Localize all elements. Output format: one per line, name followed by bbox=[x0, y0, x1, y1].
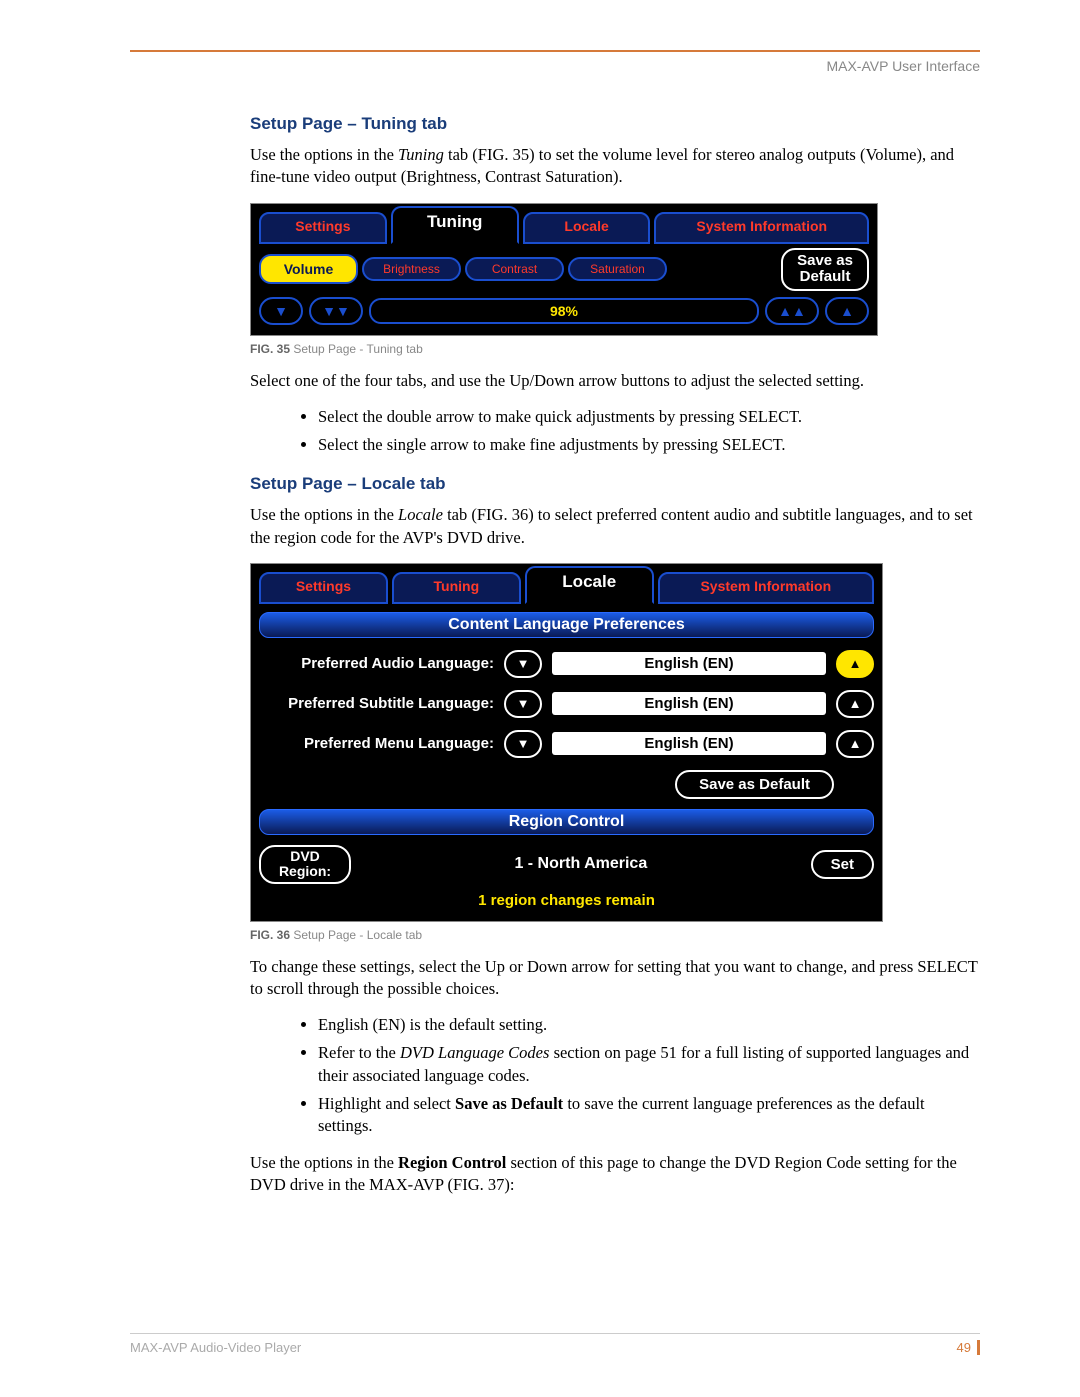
label-dvd-region: DVD Region: bbox=[259, 845, 351, 884]
top-rule bbox=[130, 50, 980, 52]
label-menu-language: Preferred Menu Language: bbox=[259, 735, 494, 752]
panel-region-control: Region Control bbox=[259, 809, 874, 835]
fig35-subtab-row: Volume Brightness Contrast Saturation Sa… bbox=[259, 248, 869, 291]
save-as-default-button[interactable]: Save as Default bbox=[675, 770, 834, 799]
label-audio-language: Preferred Audio Language: bbox=[259, 655, 494, 672]
arrow-up-icon[interactable]: ▲ bbox=[836, 730, 874, 758]
tab-tuning[interactable]: Tuning bbox=[392, 572, 521, 604]
figure-35: Settings Tuning Locale System Informatio… bbox=[250, 203, 878, 336]
para-tuning-intro: Use the options in the Tuning tab (FIG. … bbox=[250, 144, 980, 189]
list-item: Select the single arrow to make fine adj… bbox=[318, 434, 980, 456]
running-head: MAX-AVP User Interface bbox=[130, 58, 980, 74]
pref-row-menu: Preferred Menu Language: ▼ English (EN) … bbox=[259, 730, 874, 758]
tab-settings[interactable]: Settings bbox=[259, 572, 388, 604]
figure-35-caption: FIG. 35 Setup Page - Tuning tab bbox=[250, 342, 980, 356]
arrow-up-icon[interactable]: ▲ bbox=[836, 690, 874, 718]
list-item: Refer to the DVD Language Codes section … bbox=[318, 1042, 980, 1087]
pref-row-subtitle: Preferred Subtitle Language: ▼ English (… bbox=[259, 690, 874, 718]
fig35-tab-row: Settings Tuning Locale System Informatio… bbox=[259, 210, 869, 244]
list-tuning: Select the double arrow to make quick ad… bbox=[250, 406, 980, 457]
value-subtitle-language: English (EN) bbox=[552, 692, 826, 715]
tab-locale[interactable]: Locale bbox=[523, 212, 651, 244]
arrow-down-icon[interactable]: ▼ bbox=[504, 690, 542, 718]
subtab-contrast[interactable]: Contrast bbox=[465, 257, 564, 281]
para-locale-instr: To change these settings, select the Up … bbox=[250, 956, 980, 1001]
list-locale: English (EN) is the default setting. Ref… bbox=[250, 1014, 980, 1137]
region-changes-warning: 1 region changes remain bbox=[259, 892, 874, 909]
set-button[interactable]: Set bbox=[811, 850, 874, 879]
arrow-down-icon[interactable]: ▼ bbox=[504, 650, 542, 678]
arrow-down-icon[interactable]: ▼ bbox=[504, 730, 542, 758]
figure-36-caption: FIG. 36 Setup Page - Locale tab bbox=[250, 928, 980, 942]
content-column: Setup Page – Tuning tab Use the options … bbox=[250, 114, 980, 1196]
value-readout: 98% bbox=[369, 298, 759, 324]
tab-tuning-active[interactable]: Tuning bbox=[391, 206, 519, 244]
tab-system-info[interactable]: System Information bbox=[654, 212, 869, 244]
value-audio-language: English (EN) bbox=[552, 652, 826, 675]
tab-settings[interactable]: Settings bbox=[259, 212, 387, 244]
arrow-down-double-icon[interactable]: ▼▼ bbox=[309, 297, 363, 325]
page: MAX-AVP User Interface Setup Page – Tuni… bbox=[0, 0, 1080, 1397]
arrow-up-single-icon[interactable]: ▲ bbox=[825, 297, 869, 325]
list-item: Highlight and select Save as Default to … bbox=[318, 1093, 980, 1138]
arrow-up-icon[interactable]: ▲ bbox=[836, 650, 874, 678]
subtab-saturation[interactable]: Saturation bbox=[568, 257, 667, 281]
arrow-down-single-icon[interactable]: ▼ bbox=[259, 297, 303, 325]
subtab-volume[interactable]: Volume bbox=[259, 254, 358, 284]
page-footer: MAX-AVP Audio-Video Player 49 bbox=[130, 1333, 980, 1355]
arrow-up-double-icon[interactable]: ▲▲ bbox=[765, 297, 819, 325]
heading-locale: Setup Page – Locale tab bbox=[250, 474, 980, 494]
heading-tuning: Setup Page – Tuning tab bbox=[250, 114, 980, 134]
subtab-brightness[interactable]: Brightness bbox=[362, 257, 461, 281]
page-number: 49 bbox=[957, 1340, 980, 1355]
value-menu-language: English (EN) bbox=[552, 732, 826, 755]
value-dvd-region: 1 - North America bbox=[361, 855, 801, 873]
para-tuning-instr: Select one of the four tabs, and use the… bbox=[250, 370, 980, 392]
tab-system-info[interactable]: System Information bbox=[658, 572, 874, 604]
tab-locale-active[interactable]: Locale bbox=[525, 566, 654, 604]
fig36-tab-row: Settings Tuning Locale System Informatio… bbox=[259, 570, 874, 604]
label-subtitle-language: Preferred Subtitle Language: bbox=[259, 695, 494, 712]
region-row: DVD Region: 1 - North America Set bbox=[259, 845, 874, 884]
save-as-default-button[interactable]: Save as Default bbox=[781, 248, 869, 291]
panel-content-language: Content Language Preferences bbox=[259, 612, 874, 638]
pref-row-audio: Preferred Audio Language: ▼ English (EN)… bbox=[259, 650, 874, 678]
footer-title: MAX-AVP Audio-Video Player bbox=[130, 1340, 301, 1355]
para-locale-intro: Use the options in the Locale tab (FIG. … bbox=[250, 504, 980, 549]
figure-36: Settings Tuning Locale System Informatio… bbox=[250, 563, 883, 922]
fig35-control-row: ▼ ▼▼ 98% ▲▲ ▲ bbox=[259, 297, 869, 325]
list-item: English (EN) is the default setting. bbox=[318, 1014, 980, 1036]
para-region-control: Use the options in the Region Control se… bbox=[250, 1152, 980, 1197]
list-item: Select the double arrow to make quick ad… bbox=[318, 406, 980, 428]
